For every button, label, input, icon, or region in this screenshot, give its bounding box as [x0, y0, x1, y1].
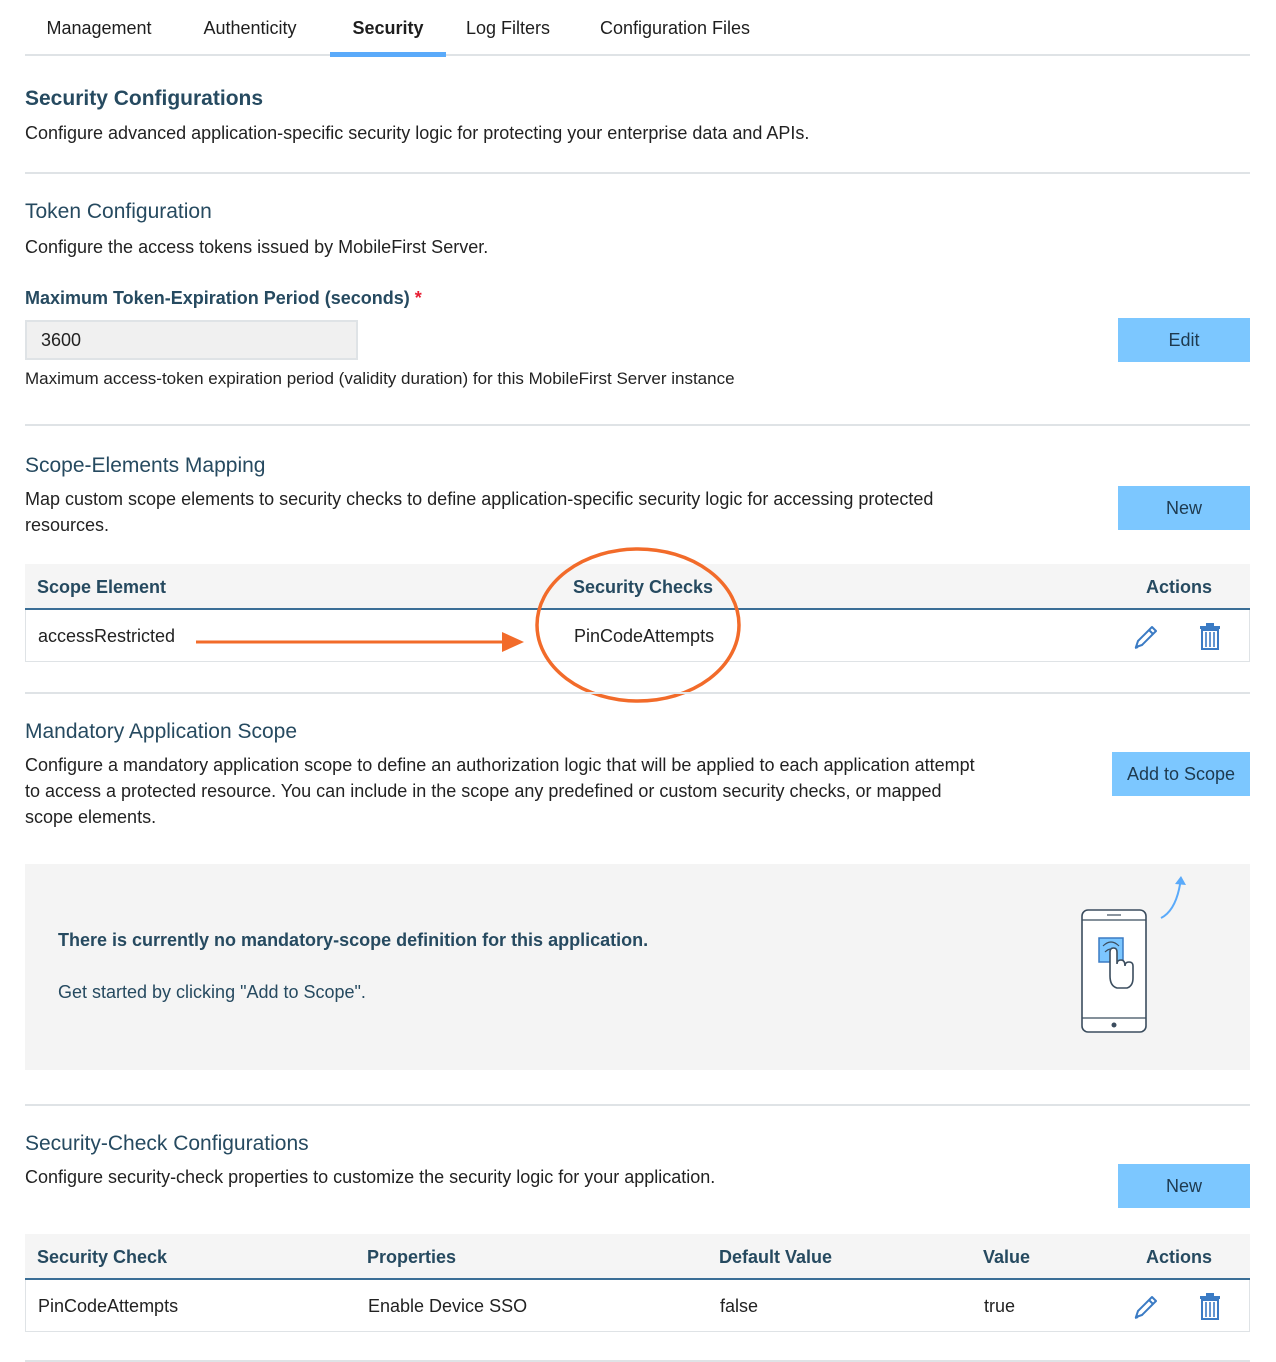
page-title: Security Configurations — [25, 87, 264, 110]
new-security-check-button[interactable]: New — [1118, 1164, 1250, 1208]
cell-scope-element: accessRestricted — [38, 626, 176, 646]
circle-annotation — [535, 547, 741, 703]
pencil-icon[interactable] — [1130, 620, 1162, 652]
token-expiration-input[interactable] — [25, 320, 358, 360]
column-header-value[interactable]: Value — [983, 1234, 1030, 1280]
trash-icon[interactable] — [1194, 1290, 1226, 1322]
security-check-table: Security Check Properties Default Value … — [25, 1234, 1250, 1334]
mandatory-scope-description-line: scope elements. — [25, 807, 157, 827]
empty-state-panel: There is currently no mandatory-scope de… — [25, 864, 1250, 1070]
token-expiration-label: Maximum Token-Expiration Period (seconds… — [25, 288, 422, 309]
column-header-properties[interactable]: Properties — [367, 1234, 456, 1280]
arrow-head — [502, 632, 524, 652]
mandatory-scope-description-line: Configure a mandatory application scope … — [25, 755, 975, 775]
page-description: Configure advanced application-specific … — [25, 123, 810, 143]
divider — [25, 172, 1250, 174]
tab-authenticity[interactable]: Authenticity — [175, 0, 325, 56]
empty-state-title: There is currently no mandatory-scope de… — [58, 930, 649, 950]
new-scope-mapping-button[interactable]: New — [1118, 486, 1250, 530]
cell-default-value: false — [720, 1296, 759, 1316]
token-expiration-label-text: Maximum Token-Expiration Period (seconds… — [25, 288, 410, 308]
column-header-security-check[interactable]: Security Check — [37, 1234, 167, 1280]
annotation-overlay — [196, 547, 741, 703]
add-to-scope-button[interactable]: Add to Scope — [1112, 752, 1250, 796]
mandatory-scope-description-line: to access a protected resource. You can … — [25, 781, 942, 801]
token-expiration-help: Maximum access-token expiration period (… — [25, 369, 735, 388]
trash-icon[interactable] — [1194, 620, 1226, 652]
tab-bar: Management Authenticity Security Log Fil… — [25, 0, 1250, 57]
token-section-description: Configure the access tokens issued by Mo… — [25, 237, 489, 257]
cell-value: true — [984, 1296, 1016, 1316]
pencil-icon[interactable] — [1130, 1290, 1162, 1322]
phone-touch-icon — [1081, 876, 1186, 1033]
edit-button[interactable]: Edit — [1118, 318, 1250, 362]
divider — [25, 1104, 1250, 1106]
tab-configuration-files[interactable]: Configuration Files — [581, 0, 769, 56]
scope-mapping-title: Scope-Elements Mapping — [25, 454, 266, 477]
table-row: PinCodeAttempts Enable Device SSO false … — [25, 1280, 1250, 1332]
token-section-title: Token Configuration — [25, 200, 212, 223]
divider — [25, 424, 1250, 426]
check-config-title: Security-Check Configurations — [25, 1132, 309, 1155]
mandatory-scope-description: Configure a mandatory application scope … — [25, 752, 975, 830]
column-header-scope-element[interactable]: Scope Element — [37, 564, 166, 610]
cell-properties: Enable Device SSO — [368, 1296, 528, 1316]
scope-mapping-description-line: resources. — [25, 515, 110, 535]
tab-management[interactable]: Management — [25, 0, 173, 56]
column-header-default-value[interactable]: Default Value — [719, 1234, 832, 1280]
scope-mapping-description: Map custom scope elements to security ch… — [25, 486, 933, 538]
column-header-actions: Actions — [1146, 1247, 1213, 1267]
empty-state-hint: Get started by clicking "Add to Scope". — [58, 982, 366, 1002]
column-header-actions: Actions — [1146, 577, 1213, 597]
mandatory-scope-title: Mandatory Application Scope — [25, 720, 298, 743]
check-config-description: Configure security-check properties to c… — [25, 1167, 716, 1187]
table-header: Security Check Properties Default Value … — [25, 1234, 1250, 1280]
divider — [25, 692, 1250, 694]
tab-log-filters[interactable]: Log Filters — [451, 0, 565, 56]
cell-security-check: PinCodeAttempts — [38, 1296, 179, 1316]
required-marker: * — [414, 288, 422, 308]
tab-security[interactable]: Security — [330, 0, 446, 57]
scope-mapping-description-line: Map custom scope elements to security ch… — [25, 489, 934, 509]
